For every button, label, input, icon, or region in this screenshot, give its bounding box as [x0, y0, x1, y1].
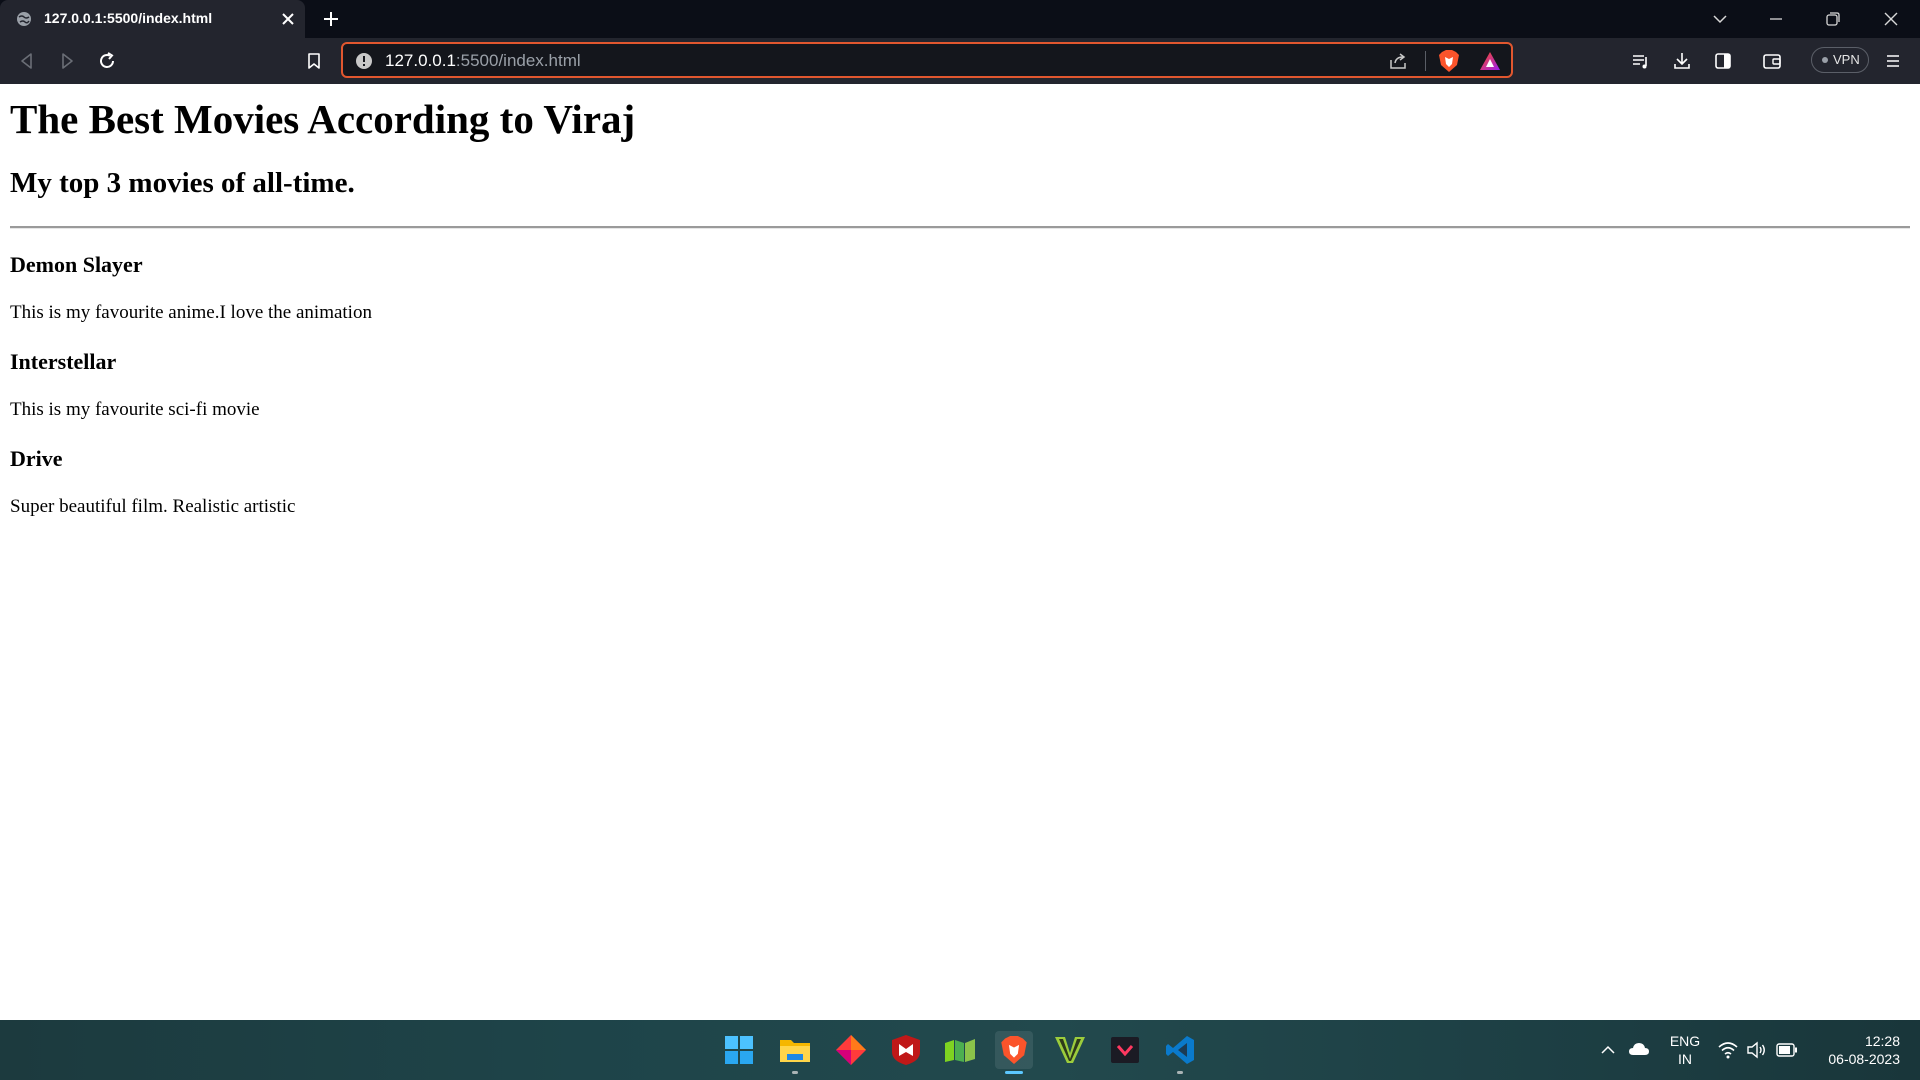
taskbar: ENG IN 12:28 06-08-2023 [0, 1020, 1920, 1080]
taskbar-app-green[interactable] [941, 1031, 979, 1069]
clock[interactable]: 12:28 06-08-2023 [1810, 1032, 1900, 1068]
site-info-icon[interactable] [355, 52, 373, 70]
chevron-up-icon[interactable] [1600, 1042, 1616, 1058]
web-page: The Best Movies According to Viraj My to… [0, 84, 1920, 1020]
page-subtitle: My top 3 movies of all-time. [10, 167, 355, 199]
tab-strip: 127.0.0.1:5500/index.html [0, 0, 1920, 38]
playlist-icon[interactable] [1631, 51, 1651, 71]
wallet-icon[interactable] [1762, 51, 1782, 71]
app-diamond-icon [836, 1035, 866, 1065]
brave-rewards-icon[interactable] [1479, 51, 1501, 71]
start-button[interactable] [720, 1031, 758, 1069]
movie-description: This is my favourite anime.I love the an… [10, 302, 372, 323]
taskbar-app-diamond[interactable] [832, 1031, 870, 1069]
movie-title: Interstellar [10, 349, 117, 374]
taskbar-v-app[interactable] [1051, 1031, 1089, 1069]
globe-icon [17, 12, 31, 26]
movie-title: Drive [10, 446, 63, 471]
vpn-status-dot [1822, 57, 1828, 63]
url-host: 127.0.0.1 [385, 51, 456, 70]
brave-shields-icon[interactable] [1438, 49, 1460, 73]
bookmark-icon[interactable] [304, 51, 324, 71]
taskbar-vscode[interactable] [1161, 1031, 1199, 1074]
browser-tab[interactable]: 127.0.0.1:5500/index.html [0, 0, 305, 38]
tab-search-chevron-icon[interactable] [1711, 10, 1729, 28]
running-indicator [1177, 1071, 1183, 1074]
back-icon[interactable] [17, 51, 37, 71]
vpn-button[interactable]: VPN [1811, 47, 1869, 73]
taskbar-app-dark[interactable] [1106, 1031, 1144, 1069]
onedrive-icon[interactable] [1628, 1041, 1650, 1057]
vscode-icon [1166, 1036, 1194, 1064]
start-icon [725, 1036, 753, 1064]
restore-icon[interactable] [1824, 10, 1842, 28]
app-green-icon [945, 1039, 975, 1062]
address-separator [1425, 51, 1426, 71]
clock-time: 12:28 [1864, 1033, 1900, 1049]
forward-icon[interactable] [57, 51, 77, 71]
new-tab-icon[interactable] [322, 10, 340, 28]
reload-icon[interactable] [97, 51, 117, 71]
brave-icon [1001, 1036, 1027, 1064]
url-path: :5500/index.html [455, 51, 581, 70]
movie-title: Demon Slayer [10, 252, 143, 277]
page-title: The Best Movies According to Viraj [10, 96, 636, 142]
horizontal-rule [10, 226, 1910, 229]
language-region: IN [1678, 1051, 1692, 1067]
minimize-icon[interactable] [1767, 10, 1785, 28]
address-bar[interactable]: 127.0.0.1:5500/index.html [341, 42, 1513, 78]
language-code: ENG [1669, 1033, 1701, 1049]
taskbar-mcafee[interactable] [887, 1031, 925, 1069]
close-window-icon[interactable] [1882, 10, 1900, 28]
language-indicator[interactable]: ENG IN [1665, 1032, 1705, 1068]
app-dark-icon [1111, 1037, 1139, 1063]
taskbar-brave[interactable] [995, 1031, 1033, 1074]
running-indicator [792, 1071, 798, 1074]
active-indicator [1005, 1071, 1023, 1074]
volume-icon[interactable] [1746, 1041, 1766, 1059]
movie-description: Super beautiful film. Realistic artistic [10, 496, 296, 517]
v-app-icon [1055, 1037, 1085, 1063]
file-explorer-icon [780, 1040, 810, 1062]
close-tab-icon[interactable] [280, 11, 296, 27]
tab-title: 127.0.0.1:5500/index.html [44, 10, 213, 26]
download-icon[interactable] [1672, 51, 1692, 71]
movie-description: This is my favourite sci-fi movie [10, 399, 260, 420]
browser-toolbar: 127.0.0.1:5500/index.html VPN [0, 38, 1920, 84]
taskbar-file-explorer[interactable] [776, 1031, 814, 1074]
menu-icon[interactable] [1883, 51, 1903, 71]
address-url[interactable]: 127.0.0.1:5500/index.html [385, 51, 581, 71]
vpn-label: VPN [1833, 52, 1860, 67]
wifi-icon[interactable] [1718, 1041, 1738, 1059]
sidebar-icon[interactable] [1713, 51, 1733, 71]
share-icon[interactable] [1388, 51, 1408, 71]
clock-date: 06-08-2023 [1828, 1051, 1900, 1067]
battery-icon[interactable] [1776, 1043, 1798, 1057]
mcafee-icon [892, 1035, 920, 1065]
